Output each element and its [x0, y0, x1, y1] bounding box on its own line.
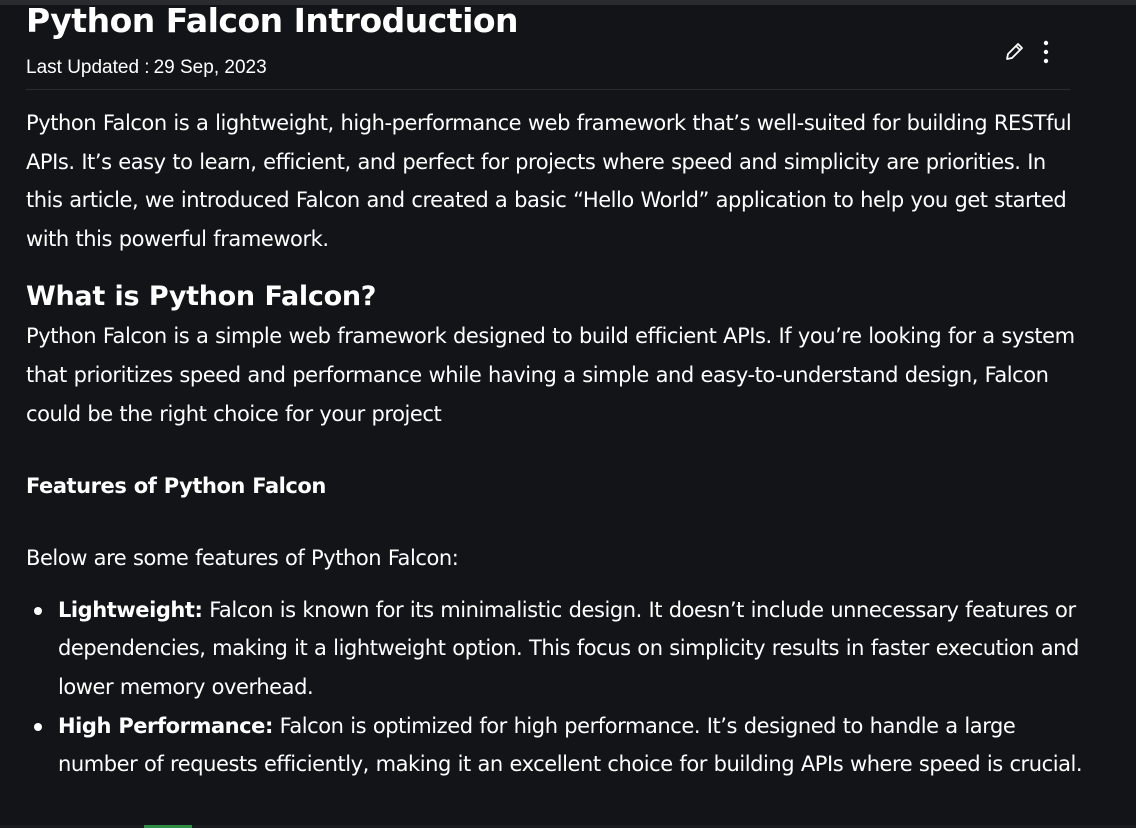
features-intro: Below are some features of Python Falcon… — [26, 546, 459, 571]
header-divider — [26, 89, 1070, 90]
pencil-icon[interactable] — [1003, 40, 1025, 64]
features-heading: Features of Python Falcon — [26, 474, 326, 499]
article-body: Python Falcon is a lightweight, high-per… — [26, 104, 1086, 784]
feature-term: High Performance: — [58, 713, 273, 738]
features-list: Lightweight: Falcon is known for its min… — [26, 591, 1086, 784]
bullet-icon — [34, 606, 42, 615]
article-actions — [1003, 40, 1055, 66]
last-updated: Last Updated :29 Sep, 2023 — [26, 56, 267, 80]
bullet-icon — [34, 722, 42, 731]
section-paragraph: Python Falcon is a simple web framework … — [26, 324, 1075, 426]
feature-text: Falcon is known for its minimalistic des… — [58, 597, 1079, 699]
intro-paragraph: Python Falcon is a lightweight, high-per… — [26, 111, 1072, 251]
page-title: Python Falcon Introduction — [26, 1, 519, 40]
more-vertical-icon[interactable] — [1037, 40, 1055, 66]
list-item: Lightweight: Falcon is known for its min… — [34, 591, 1086, 707]
section-heading: What is Python Falcon? — [26, 281, 377, 313]
last-updated-label: Last Updated : — [26, 57, 150, 78]
list-item: High Performance: Falcon is optimized fo… — [34, 707, 1086, 784]
last-updated-date: 29 Sep, 2023 — [153, 57, 267, 78]
feature-term: Lightweight: — [58, 597, 203, 622]
